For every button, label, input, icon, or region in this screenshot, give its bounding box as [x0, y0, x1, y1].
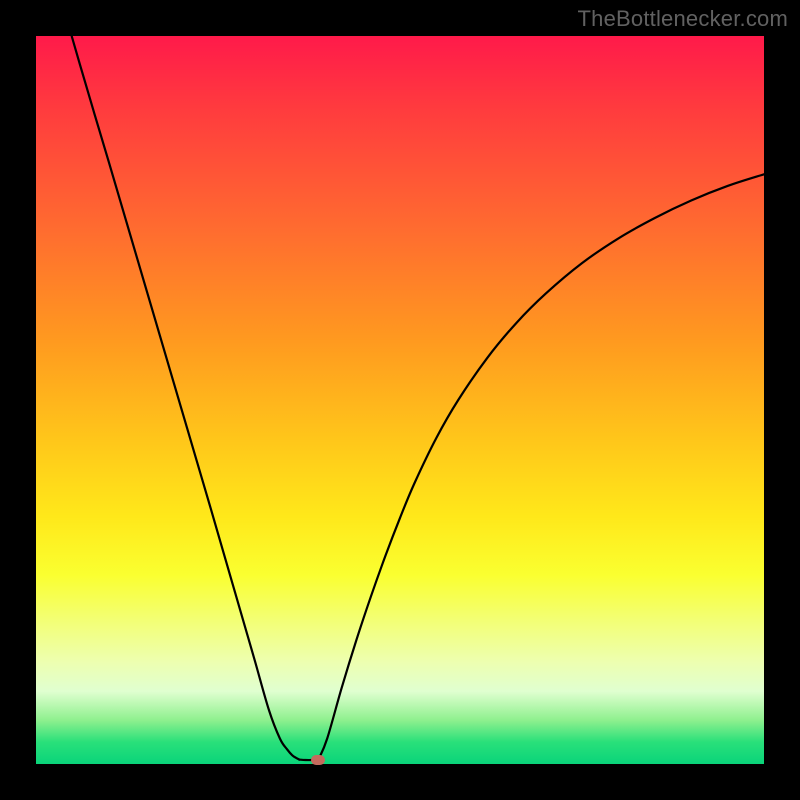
bottleneck-curve: [72, 36, 764, 761]
chart-frame: TheBottlenecker.com: [0, 0, 800, 800]
optimum-marker: [311, 755, 325, 765]
attribution-text: TheBottlenecker.com: [578, 6, 788, 32]
curve-layer: [36, 36, 764, 764]
plot-area: [36, 36, 764, 764]
